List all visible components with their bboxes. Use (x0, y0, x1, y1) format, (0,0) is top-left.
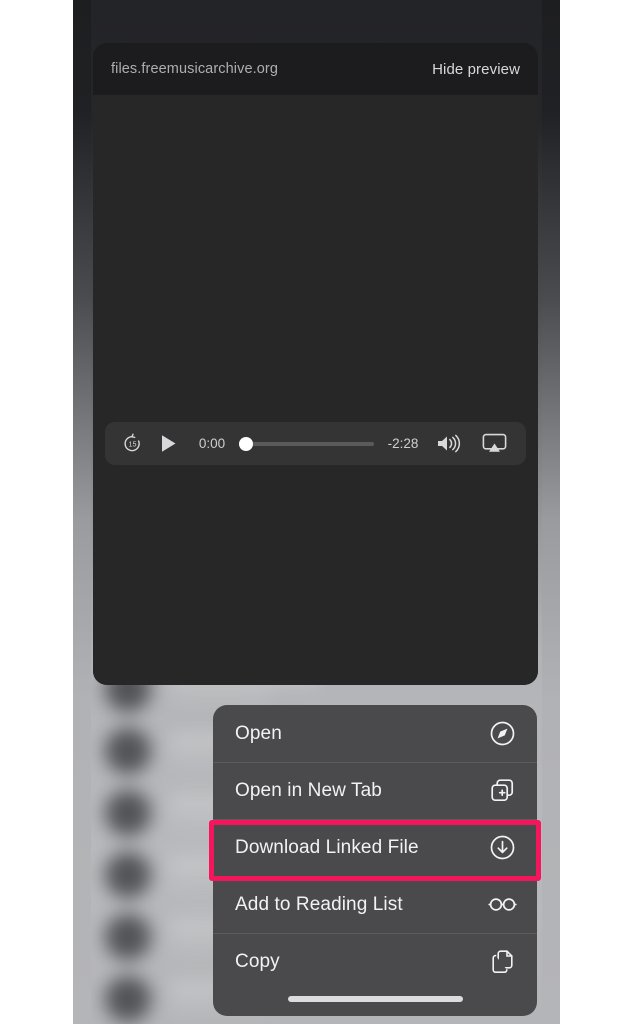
glasses-icon (487, 890, 517, 920)
scrubber-track (239, 441, 374, 446)
copy-icon (487, 947, 517, 977)
play-button[interactable] (151, 434, 185, 453)
blurred-thumbnail (105, 914, 151, 960)
svg-text:15: 15 (128, 441, 136, 449)
menu-item-label: Copy (235, 950, 280, 972)
link-preview-panel: files.freemusicarchive.org Hide preview … (93, 43, 538, 685)
menu-item-add-to-reading-list[interactable]: Add to Reading List (213, 876, 537, 933)
remaining-time-label: -2:28 (387, 436, 419, 451)
blurred-thumbnail (105, 728, 151, 774)
menu-item-label: Open (235, 722, 282, 744)
hide-preview-button[interactable]: Hide preview (432, 61, 520, 78)
menu-item-copy[interactable]: Copy (213, 933, 537, 990)
menu-item-open-in-new-tab[interactable]: Open in New Tab (213, 762, 537, 819)
menu-item-label: Open in New Tab (235, 779, 382, 801)
link-context-menu: Open Open in New Tab Download Linked Fil… (213, 705, 537, 1016)
screenshot-root: files.freemusicarchive.org Hide preview … (0, 0, 631, 1024)
download-circle-icon (487, 833, 517, 863)
blurred-thumbnail (105, 790, 151, 836)
home-indicator-area (213, 990, 537, 1016)
elapsed-time-label: 0:00 (198, 436, 226, 451)
blurred-subtitle-line (169, 692, 269, 700)
media-player-controls: 15 0:00 -2:28 (105, 422, 526, 465)
scrubber-knob[interactable] (239, 436, 253, 451)
menu-item-label: Add to Reading List (235, 893, 403, 915)
preview-url-label: files.freemusicarchive.org (111, 61, 278, 77)
playback-scrubber[interactable] (239, 436, 374, 451)
skip-back-15-icon[interactable]: 15 (117, 433, 147, 454)
menu-item-open[interactable]: Open (213, 705, 537, 762)
airplay-icon[interactable] (474, 433, 514, 454)
device-viewport: files.freemusicarchive.org Hide preview … (73, 0, 560, 1024)
compass-icon (487, 719, 517, 749)
home-indicator-bar[interactable] (287, 996, 463, 1002)
blurred-thumbnail (105, 976, 151, 1022)
volume-high-icon[interactable] (430, 434, 468, 453)
preview-content-area: 15 0:00 -2:28 (93, 95, 538, 685)
new-tab-icon (487, 776, 517, 806)
preview-header: files.freemusicarchive.org Hide preview (93, 43, 538, 95)
menu-item-label: Download Linked File (235, 836, 419, 858)
menu-item-download-linked-file[interactable]: Download Linked File (213, 819, 537, 876)
blurred-thumbnail (105, 852, 151, 898)
